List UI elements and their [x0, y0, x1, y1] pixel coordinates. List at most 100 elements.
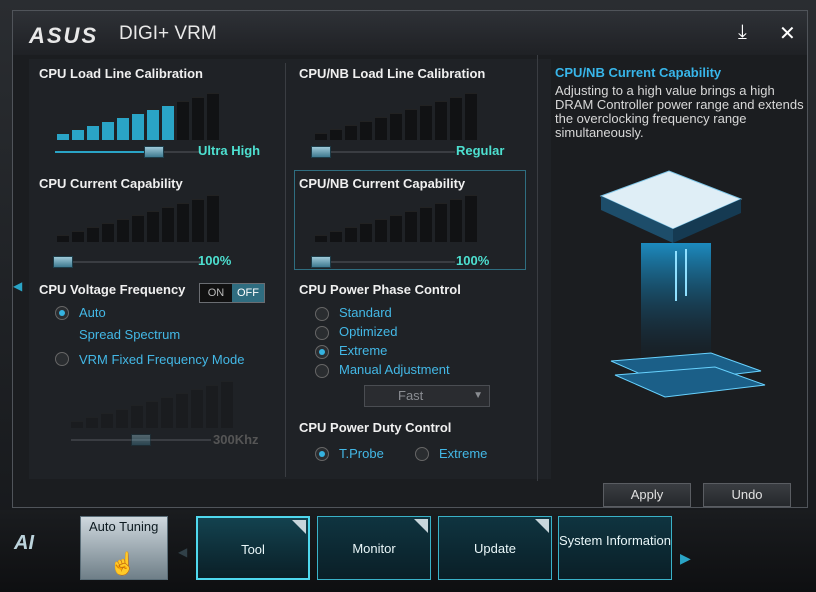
level-bar — [465, 195, 477, 242]
level-bar — [72, 129, 84, 140]
level-bar — [147, 109, 159, 140]
cpu-cc-slider-track[interactable] — [55, 261, 201, 263]
freq-slider-thumb — [131, 434, 151, 446]
nav-tool[interactable]: Tool — [196, 516, 310, 580]
cpu-illustration — [599, 170, 766, 398]
nb-llc-slider-track[interactable] — [313, 151, 455, 153]
cpu-llc-slider-thumb[interactable] — [144, 146, 164, 158]
duty-extreme-radio[interactable] — [415, 447, 429, 461]
level-bar — [87, 125, 99, 140]
vf-auto-label[interactable]: Auto — [79, 305, 106, 320]
phase-extreme-label[interactable]: Extreme — [339, 343, 387, 358]
vf-fixed-radio[interactable] — [55, 352, 69, 366]
apply-button[interactable]: Apply — [603, 483, 691, 507]
level-bar — [345, 125, 357, 140]
toggle-off[interactable]: OFF — [232, 284, 264, 302]
toggle-on[interactable]: ON — [200, 284, 232, 302]
asus-logo: ASUS — [29, 23, 99, 48]
manual-speed-select[interactable]: Fast ▼ — [364, 385, 490, 407]
phase-optimized-radio[interactable] — [315, 326, 329, 340]
level-bar — [465, 93, 477, 140]
cpu-llc-slider-fill — [55, 151, 145, 153]
phase-standard-radio[interactable] — [315, 307, 329, 321]
vf-fixed-label[interactable]: VRM Fixed Frequency Mode — [79, 352, 244, 367]
level-bar — [435, 203, 447, 242]
cpu-cc-slider-thumb[interactable] — [53, 256, 73, 268]
vf-auto-radio[interactable] — [55, 306, 69, 320]
download-arrow-icon[interactable]: ⤓ — [738, 21, 747, 44]
chevron-down-icon: ▼ — [473, 390, 483, 401]
nav-update[interactable]: Update — [438, 516, 552, 580]
nb-cc-bars — [315, 195, 477, 242]
level-bar — [206, 385, 218, 428]
level-bar — [177, 101, 189, 140]
nb-llc-bars — [315, 93, 477, 140]
level-bar — [390, 113, 402, 140]
phase-standard-label[interactable]: Standard — [339, 305, 392, 320]
spread-spectrum-toggle[interactable]: ON OFF — [199, 283, 265, 303]
level-bar — [161, 397, 173, 428]
nav-monitor-label: Monitor — [352, 541, 396, 556]
duty-tprobe-radio[interactable] — [315, 447, 329, 461]
prev-arrow-icon[interactable]: ◀ — [178, 545, 187, 559]
level-bar — [330, 231, 342, 242]
nav-system-information[interactable]: System Information — [558, 516, 672, 580]
level-bar — [177, 203, 189, 242]
level-bar — [162, 207, 174, 242]
level-bar — [101, 413, 113, 428]
title-bar: ASUS DIGI+ VRM ⤓ ✕ — [13, 11, 807, 55]
level-bar — [86, 417, 98, 428]
left-panel-arrow-icon[interactable]: ◀ — [13, 279, 22, 293]
cpu-cc-bars — [57, 195, 219, 242]
auto-tuning-button[interactable]: Auto Tuning ☝ — [80, 516, 168, 580]
level-bar — [405, 211, 417, 242]
ai-suite-logo: AI — [14, 532, 34, 554]
level-bar — [117, 117, 129, 140]
level-bar — [72, 231, 84, 242]
nb-llc-value: Regular — [456, 143, 505, 158]
level-bar — [420, 207, 432, 242]
nav-update-label: Update — [474, 541, 516, 556]
nb-llc-title: CPU/NB Load Line Calibration — [299, 66, 486, 81]
undo-button[interactable]: Undo — [703, 483, 791, 507]
level-bar — [450, 199, 462, 242]
nb-cc-slider-thumb[interactable] — [311, 256, 331, 268]
duty-extreme-label[interactable]: Extreme — [439, 446, 487, 461]
nav-monitor[interactable]: Monitor — [317, 516, 431, 580]
freq-value: 300Khz — [213, 432, 259, 447]
nb-cc-slider-track[interactable] — [313, 261, 455, 263]
level-bar — [420, 105, 432, 140]
level-bar — [132, 215, 144, 242]
cpu-llc-bars — [57, 93, 219, 140]
level-bar — [315, 235, 327, 242]
level-bar — [147, 211, 159, 242]
freq-bars — [71, 381, 233, 428]
close-icon[interactable]: ✕ — [779, 21, 796, 46]
next-arrow-icon[interactable]: ▶ — [680, 550, 691, 567]
level-bar — [405, 109, 417, 140]
nb-llc-slider-thumb[interactable] — [311, 146, 331, 158]
level-bar — [191, 389, 203, 428]
level-bar — [360, 223, 372, 242]
cpu-cc-value: 100% — [198, 253, 232, 268]
info-title: CPU/NB Current Capability — [555, 65, 722, 80]
cpu-llc-title: CPU Load Line Calibration — [39, 66, 203, 81]
cpu-cc-title: CPU Current Capability — [39, 176, 183, 191]
level-bar — [315, 133, 327, 140]
nav-sysinfo-label: System Information — [559, 533, 671, 548]
level-bar — [207, 93, 219, 140]
spread-spectrum-label: Spread Spectrum — [79, 327, 181, 342]
info-divider — [537, 55, 538, 481]
level-bar — [450, 97, 462, 140]
level-bar — [375, 219, 387, 242]
phase-manual-label[interactable]: Manual Adjustment — [339, 362, 450, 377]
phase-manual-radio[interactable] — [315, 364, 329, 378]
level-bar — [117, 219, 129, 242]
phase-extreme-radio[interactable] — [315, 345, 329, 359]
duty-tprobe-label[interactable]: T.Probe — [339, 446, 384, 461]
level-bar — [146, 401, 158, 428]
level-bar — [375, 117, 387, 140]
nb-cc-title: CPU/NB Current Capability — [299, 176, 466, 191]
phase-optimized-label[interactable]: Optimized — [339, 324, 398, 339]
level-bar — [192, 199, 204, 242]
